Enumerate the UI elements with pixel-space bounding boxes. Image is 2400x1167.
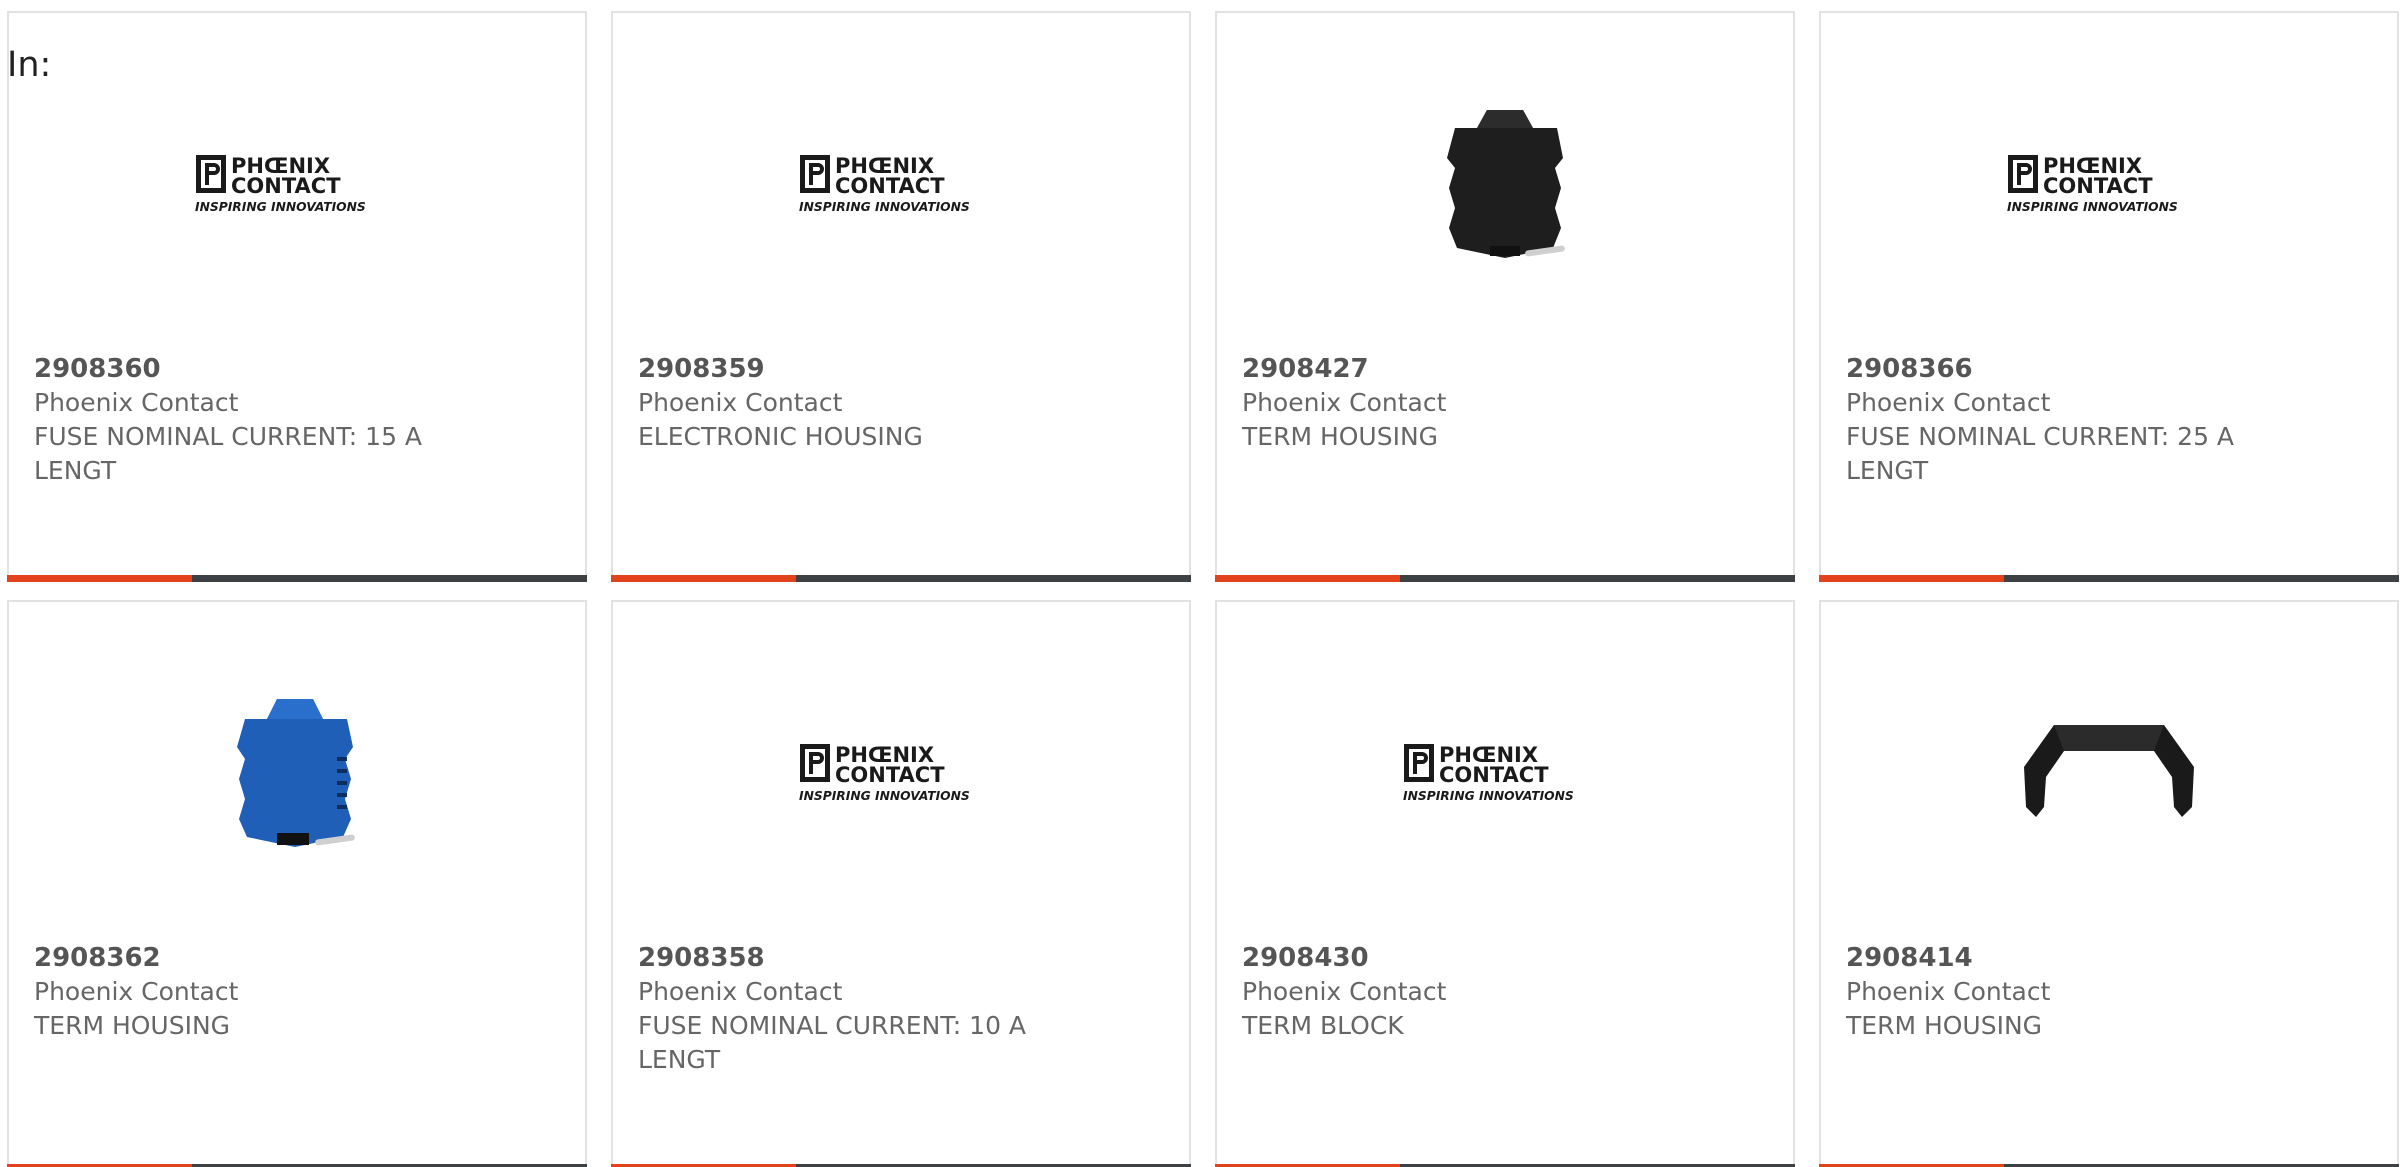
product-description: TERM HOUSING	[1846, 1011, 2043, 1040]
svg-text:INSPIRING INNOVATIONS: INSPIRING INNOVATIONS	[799, 789, 970, 803]
phoenix-contact-logo-icon: PHŒNIXCONTACTINSPIRING INNOVATIONS	[195, 154, 366, 214]
svg-text:CONTACT: CONTACT	[835, 763, 945, 787]
product-description: FUSE NOMINAL CURRENT: 25 A LENGT	[1846, 422, 2235, 485]
product-description: FUSE NOMINAL CURRENT: 10 A LENGT	[638, 1011, 1027, 1074]
product-sku[interactable]: 2908358	[638, 941, 1068, 975]
product-info: 2908360 Phoenix Contact FUSE NOMINAL CUR…	[34, 352, 464, 488]
product-card-2908427[interactable]: 2908427 Phoenix Contact TERM HOUSING	[1215, 11, 1795, 582]
product-card-2908358[interactable]: PHŒNIX CONTACT INSPIRING INNOVATIONS 29083…	[611, 600, 1191, 1167]
product-description: FUSE NOMINAL CURRENT: 15 A LENGT	[34, 422, 423, 485]
product-card-2908430[interactable]: PHŒNIX CONTACT INSPIRING INNOVATIONS 29084…	[1215, 600, 1795, 1167]
product-image	[1217, 83, 1793, 283]
phoenix-contact-logo: PHŒNIX CONTACT INSPIRING INNOVATIONS	[799, 740, 1003, 804]
blue-housing-image	[227, 687, 367, 857]
black-bridge-cover-icon	[2024, 725, 2194, 817]
svg-text:CONTACT: CONTACT	[1439, 763, 1549, 787]
product-image	[9, 672, 585, 872]
product-results-page: In: PHŒNIX CONTACT INSPIRING INNOVATIONS 2…	[0, 0, 2400, 1167]
product-description: ELECTRONIC HOUSING	[638, 422, 923, 451]
phoenix-contact-logo: PHŒNIX CONTACT INSPIRING INNOVATIONS	[195, 151, 399, 215]
product-info: 2908427 Phoenix Contact TERM HOUSING	[1242, 352, 1672, 454]
product-card-2908414[interactable]: 2908414 Phoenix Contact TERM HOUSING	[1819, 600, 2399, 1167]
product-image: PHŒNIX CONTACT INSPIRING INNOVATIONS	[9, 83, 585, 283]
card-bar-accent	[1215, 575, 1400, 582]
card-bar-accent	[7, 575, 192, 582]
svg-text:INSPIRING INNOVATIONS: INSPIRING INNOVATIONS	[1403, 789, 1574, 803]
black-housing-icon	[1447, 110, 1565, 258]
product-image: PHŒNIX CONTACT INSPIRING INNOVATIONS	[1821, 83, 2397, 283]
phoenix-contact-logo-icon: PHŒNIXCONTACTINSPIRING INNOVATIONS	[799, 743, 970, 803]
product-card-2908362[interactable]: 2908362 Phoenix Contact TERM HOUSING	[7, 600, 587, 1167]
phoenix-contact-logo-icon: PHŒNIXCONTACTINSPIRING INNOVATIONS	[1403, 743, 1574, 803]
filter-in-label: In:	[7, 45, 52, 85]
product-info: 2908366 Phoenix Contact FUSE NOMINAL CUR…	[1846, 352, 2276, 488]
product-brand: Phoenix Contact	[1242, 977, 1447, 1006]
product-sku[interactable]: 2908427	[1242, 352, 1672, 386]
phoenix-contact-logo-icon: PHŒNIXCONTACTINSPIRING INNOVATIONS	[2007, 154, 2178, 214]
svg-text:INSPIRING INNOVATIONS: INSPIRING INNOVATIONS	[799, 200, 970, 214]
product-description: TERM BLOCK	[1242, 1011, 1404, 1040]
phoenix-contact-logo: PHŒNIX CONTACT INSPIRING INNOVATIONS	[2007, 151, 2211, 215]
card-bar-accent	[1819, 575, 2004, 582]
svg-text:CONTACT: CONTACT	[835, 174, 945, 198]
product-info: 2908430 Phoenix Contact TERM BLOCK	[1242, 941, 1672, 1043]
card-bottom-bar	[7, 575, 587, 582]
product-description: TERM HOUSING	[34, 1011, 231, 1040]
product-brand: Phoenix Contact	[1846, 388, 2051, 417]
product-sku[interactable]: 2908430	[1242, 941, 1672, 975]
svg-text:INSPIRING INNOVATIONS: INSPIRING INNOVATIONS	[2007, 200, 2178, 214]
svg-text:CONTACT: CONTACT	[2043, 174, 2153, 198]
product-info: 2908414 Phoenix Contact TERM HOUSING	[1846, 941, 2276, 1043]
product-brand: Phoenix Contact	[34, 388, 239, 417]
product-brand: Phoenix Contact	[34, 977, 239, 1006]
svg-text:INSPIRING INNOVATIONS: INSPIRING INNOVATIONS	[195, 200, 366, 214]
product-sku[interactable]: 2908362	[34, 941, 464, 975]
svg-text:CONTACT: CONTACT	[231, 174, 341, 198]
product-sku[interactable]: 2908359	[638, 352, 1068, 386]
card-bar-accent	[611, 575, 796, 582]
product-sku[interactable]: 2908360	[34, 352, 464, 386]
product-description: TERM HOUSING	[1242, 422, 1439, 451]
phoenix-contact-logo-icon: PHŒNIXCONTACTINSPIRING INNOVATIONS	[799, 154, 970, 214]
product-card-2908366[interactable]: PHŒNIX CONTACT INSPIRING INNOVATIONS 29083…	[1819, 11, 2399, 582]
product-brand: Phoenix Contact	[638, 977, 843, 1006]
product-image: PHŒNIX CONTACT INSPIRING INNOVATIONS	[613, 672, 1189, 872]
product-sku[interactable]: 2908366	[1846, 352, 2276, 386]
card-bottom-bar	[1215, 575, 1795, 582]
phoenix-contact-logo: PHŒNIX CONTACT INSPIRING INNOVATIONS	[799, 151, 1003, 215]
card-bottom-bar	[1819, 575, 2399, 582]
product-card-2908359[interactable]: PHŒNIX CONTACT INSPIRING INNOVATIONS 29083…	[611, 11, 1191, 582]
product-info: 2908358 Phoenix Contact FUSE NOMINAL CUR…	[638, 941, 1068, 1077]
blue-housing-icon	[237, 699, 355, 847]
product-info: 2908359 Phoenix Contact ELECTRONIC HOUSI…	[638, 352, 1068, 454]
product-image: PHŒNIX CONTACT INSPIRING INNOVATIONS	[1217, 672, 1793, 872]
product-image	[1821, 672, 2397, 872]
phoenix-contact-logo: PHŒNIX CONTACT INSPIRING INNOVATIONS	[1403, 740, 1607, 804]
product-grid: PHŒNIX CONTACT INSPIRING INNOVATIONS 29083…	[7, 11, 2400, 1167]
black-housing-image	[1435, 98, 1575, 268]
product-brand: Phoenix Contact	[638, 388, 843, 417]
product-sku[interactable]: 2908414	[1846, 941, 2276, 975]
bridge-cover-image	[2014, 707, 2204, 837]
product-image: PHŒNIX CONTACT INSPIRING INNOVATIONS	[613, 83, 1189, 283]
product-card-2908360[interactable]: PHŒNIX CONTACT INSPIRING INNOVATIONS 29083…	[7, 11, 587, 582]
product-brand: Phoenix Contact	[1242, 388, 1447, 417]
card-bottom-bar	[611, 575, 1191, 582]
product-info: 2908362 Phoenix Contact TERM HOUSING	[34, 941, 464, 1043]
product-brand: Phoenix Contact	[1846, 977, 2051, 1006]
